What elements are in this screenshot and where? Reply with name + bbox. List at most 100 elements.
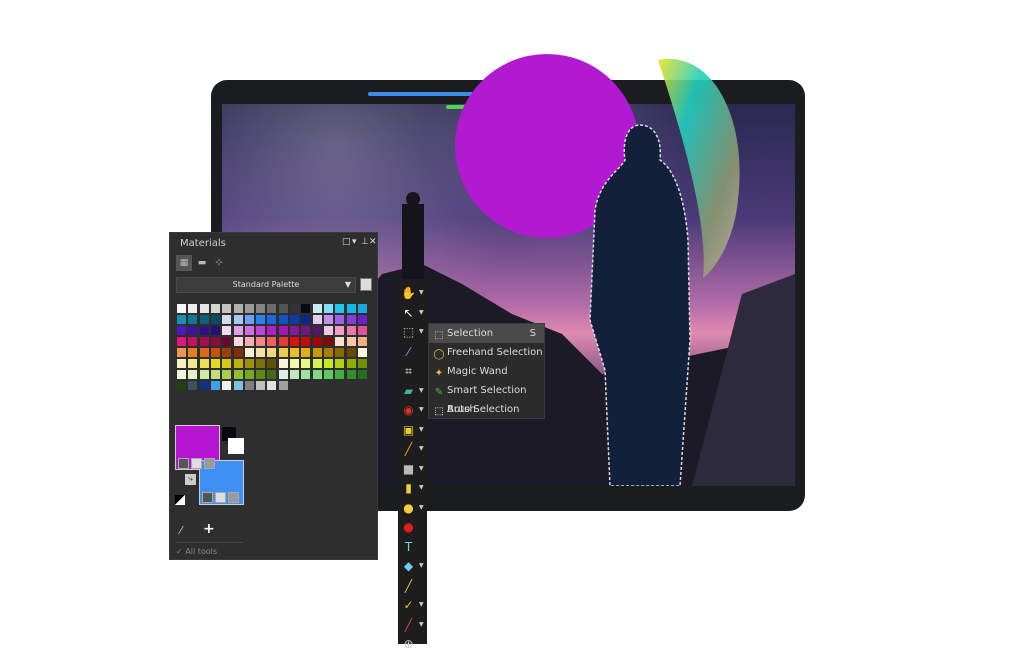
color-swatch[interactable]: [255, 314, 267, 325]
color-swatch[interactable]: [176, 380, 187, 391]
chevron-down-icon[interactable]: ▼: [419, 387, 424, 394]
color-swatch[interactable]: [311, 314, 323, 325]
color-swatch[interactable]: [187, 314, 199, 325]
color-swatch[interactable]: [300, 314, 312, 325]
color-swatch[interactable]: [322, 325, 334, 336]
color-swatch[interactable]: [356, 336, 368, 347]
color-swatch-grid[interactable]: [176, 303, 368, 395]
color-swatch[interactable]: [345, 325, 357, 336]
color-swatch[interactable]: [198, 369, 210, 380]
tool-paint-brush[interactable]: ╱ ▼: [400, 440, 425, 459]
color-swatch[interactable]: [187, 336, 199, 347]
color-swatch[interactable]: [334, 303, 346, 314]
color-swatch[interactable]: [345, 347, 357, 358]
color-swatch[interactable]: [334, 314, 346, 325]
color-swatch[interactable]: [176, 369, 187, 380]
swap-colors-icon[interactable]: ⤷: [185, 474, 196, 485]
color-swatch[interactable]: [266, 380, 278, 391]
color-swatch[interactable]: [198, 336, 210, 347]
color-swatch[interactable]: [311, 358, 323, 369]
color-swatch[interactable]: [187, 358, 199, 369]
tool-shape[interactable]: ◆ ▼: [400, 557, 425, 576]
color-swatch[interactable]: [176, 347, 187, 358]
color-swatch[interactable]: [187, 380, 199, 391]
color-swatch[interactable]: [266, 303, 278, 314]
tool-pen[interactable]: ╱: [400, 577, 425, 596]
tool-eraser[interactable]: ▮ ▼: [400, 479, 425, 498]
chevron-down-icon[interactable]: ▼: [419, 309, 424, 316]
color-swatch[interactable]: [255, 380, 267, 391]
color-swatch[interactable]: [232, 380, 244, 391]
menu-item-freehand-selection[interactable]: ◯ Freehand Selection: [429, 343, 544, 362]
white-swatch[interactable]: [228, 438, 244, 454]
color-swatch[interactable]: [243, 303, 255, 314]
tool-straighten[interactable]: ▰ ▼: [400, 382, 425, 401]
color-swatch[interactable]: [311, 303, 323, 314]
color-swatch[interactable]: [255, 358, 267, 369]
mixer-tab-icon[interactable]: ⊹: [211, 255, 227, 271]
color-swatch[interactable]: [255, 325, 267, 336]
tool-clone[interactable]: ╱ ▼: [400, 616, 425, 635]
color-swatch[interactable]: [322, 314, 334, 325]
color-swatch[interactable]: [277, 380, 289, 391]
color-swatch[interactable]: [209, 314, 221, 325]
color-swatch[interactable]: [356, 347, 368, 358]
color-swatch[interactable]: [187, 347, 199, 358]
color-swatch[interactable]: [345, 336, 357, 347]
tool-crop[interactable]: ⌗: [400, 362, 425, 381]
add-swatch-icon[interactable]: +: [203, 521, 215, 537]
color-swatch[interactable]: [176, 314, 187, 325]
color-swatch[interactable]: [255, 303, 267, 314]
bg-pattern-mode-icon[interactable]: [228, 492, 239, 503]
chevron-down-icon[interactable]: ▼: [419, 445, 424, 452]
color-swatch[interactable]: [311, 347, 323, 358]
color-swatch[interactable]: [232, 369, 244, 380]
color-swatch[interactable]: [277, 314, 289, 325]
chevron-down-icon[interactable]: ▼: [419, 621, 424, 628]
color-swatch[interactable]: [243, 336, 255, 347]
color-swatch[interactable]: [334, 347, 346, 358]
gradient-mode-icon[interactable]: [191, 458, 202, 469]
color-swatch[interactable]: [255, 369, 267, 380]
color-swatch[interactable]: [255, 347, 267, 358]
tool-selection[interactable]: ⬚ ▼: [400, 323, 425, 342]
tool-dropper[interactable]: ⁄: [400, 343, 425, 362]
color-swatch[interactable]: [311, 369, 323, 380]
menu-item-smart-selection-brush[interactable]: ✎ Smart Selection Brush: [429, 381, 544, 415]
color-swatch[interactable]: [176, 303, 187, 314]
color-swatch[interactable]: [311, 336, 323, 347]
color-swatch[interactable]: [198, 358, 210, 369]
color-swatch[interactable]: [266, 369, 278, 380]
tool-pan[interactable]: ✋ ▼: [400, 284, 425, 303]
color-swatch[interactable]: [334, 325, 346, 336]
color-swatch[interactable]: [266, 358, 278, 369]
chevron-down-icon[interactable]: ▼: [419, 465, 424, 472]
color-swatch[interactable]: [198, 325, 210, 336]
color-swatch[interactable]: [356, 358, 368, 369]
color-swatch[interactable]: [345, 314, 357, 325]
color-swatch[interactable]: [243, 314, 255, 325]
chevron-down-icon[interactable]: ▼: [419, 289, 424, 296]
chevron-down-icon[interactable]: ▼: [419, 562, 424, 569]
color-swatch[interactable]: [334, 336, 346, 347]
color-swatch[interactable]: [322, 336, 334, 347]
color-swatch[interactable]: [232, 347, 244, 358]
gradient-tab-icon[interactable]: ▬: [194, 255, 210, 271]
color-swatch[interactable]: [345, 303, 357, 314]
tool-retouch[interactable]: ✓ ▼: [400, 596, 425, 615]
color-swatch[interactable]: [221, 325, 233, 336]
color-swatch[interactable]: [266, 325, 278, 336]
color-swatch[interactable]: [232, 336, 244, 347]
color-swatch[interactable]: [345, 369, 357, 380]
color-swatch[interactable]: [209, 369, 221, 380]
color-swatch[interactable]: [198, 380, 210, 391]
menu-item-selection[interactable]: ⬚ Selection S: [429, 324, 544, 343]
color-swatch[interactable]: [232, 358, 244, 369]
color-swatch[interactable]: [289, 369, 300, 380]
color-swatch[interactable]: [221, 347, 233, 358]
color-swatch[interactable]: [356, 314, 368, 325]
color-swatch[interactable]: [322, 347, 334, 358]
color-swatch[interactable]: [255, 336, 267, 347]
color-swatch[interactable]: [243, 380, 255, 391]
color-swatch[interactable]: [289, 347, 300, 358]
